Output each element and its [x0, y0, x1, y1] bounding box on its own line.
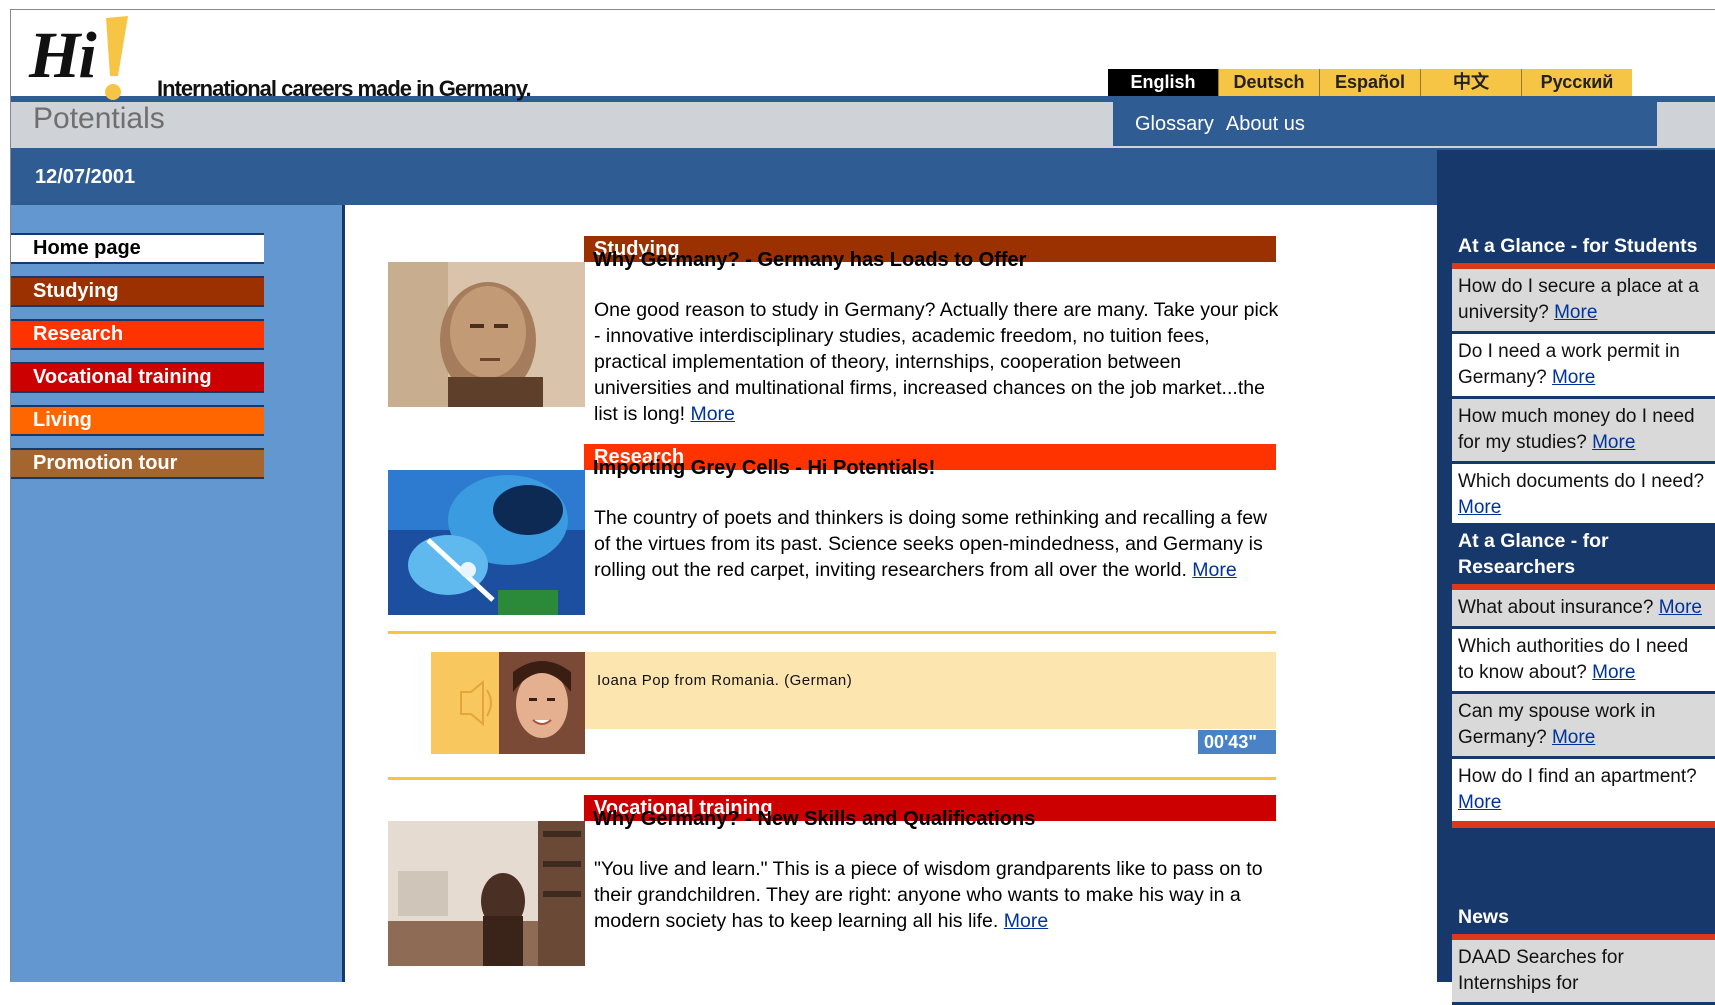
faq-text: Which documents do I need?: [1458, 471, 1705, 492]
speaker-photo[interactable]: [499, 652, 585, 754]
more-link-research[interactable]: More: [1192, 559, 1236, 581]
right-sidebar: At a Glance - for Students How do I secu…: [1437, 205, 1715, 1005]
nav-studying[interactable]: Studying: [11, 276, 264, 307]
utility-nav: Glossary About us: [1113, 102, 1657, 146]
nav-promotion-tour[interactable]: Promotion tour: [11, 448, 264, 479]
faq-more-link[interactable]: More: [1592, 662, 1635, 683]
lang-english[interactable]: English: [1108, 69, 1218, 96]
more-link-studying[interactable]: More: [690, 403, 734, 425]
logo[interactable]: Hi: [29, 18, 97, 94]
story-body-vocational: "You live and learn." This is a piece of…: [594, 856, 1284, 934]
faq-more-link[interactable]: More: [1458, 792, 1501, 813]
divider-rule: [388, 631, 1276, 634]
story-body-studying: One good reason to study in Germany? Act…: [594, 297, 1284, 427]
faq-text: What about insurance?: [1458, 597, 1654, 618]
faq-text: How much money do I need for my studies?: [1458, 406, 1695, 453]
students-box: At a Glance - for Students How do I secu…: [1452, 228, 1715, 533]
news-heading: News: [1452, 899, 1715, 934]
researchers-heading: At a Glance - for Researchers: [1452, 523, 1715, 584]
current-date: 12/07/2001: [35, 166, 136, 188]
news-item[interactable]: DAAD Searches for Internships for: [1452, 940, 1715, 1005]
lang-deutsch[interactable]: Deutsch: [1218, 69, 1319, 96]
faq-more-link[interactable]: More: [1458, 497, 1501, 518]
researchers-box: At a Glance - for Researchers What about…: [1452, 523, 1715, 828]
about-us-link[interactable]: About us: [1226, 113, 1305, 135]
faq-more-link[interactable]: More: [1554, 302, 1597, 323]
story-title-vocational[interactable]: Why Germany? - New Skills and Qualificat…: [593, 808, 1035, 831]
story-title-research[interactable]: Importing Grey Cells - Hi Potentials!: [593, 457, 935, 480]
main-nav: Home page Studying Research Vocational t…: [11, 233, 264, 491]
audio-play-button[interactable]: 00'43" ►: [1198, 730, 1276, 775]
faq-more-link[interactable]: More: [1552, 727, 1595, 748]
audio-duration: 00'43": [1204, 732, 1257, 752]
faq-text: How do I find an apartment?: [1458, 766, 1697, 787]
story-text-vocational: "You live and learn." This is a piece of…: [594, 858, 1263, 932]
nav-home-page[interactable]: Home page: [11, 233, 264, 264]
faq-more-link[interactable]: More: [1552, 367, 1595, 388]
faq-item: How much money do I need for my studies?…: [1452, 399, 1715, 464]
faq-item: How do I find an apartment? More: [1452, 759, 1715, 821]
logo-exclamation-icon: [105, 16, 128, 100]
divider-rule: [388, 777, 1276, 780]
faq-item: How do I secure a place at a university?…: [1452, 269, 1715, 334]
box-end-rule: [1452, 821, 1715, 828]
lang-russian[interactable]: Русский: [1521, 69, 1632, 96]
tagline: International careers made in Germany.: [157, 76, 532, 101]
glossary-link[interactable]: Glossary: [1135, 113, 1214, 135]
play-icon: ►: [1214, 759, 1228, 775]
library-image[interactable]: [388, 821, 585, 966]
audio-clip: Ioana Pop from Romania. (German) 00'43" …: [431, 652, 1276, 775]
nav-vocational-training[interactable]: Vocational training: [11, 362, 264, 393]
news-box: News DAAD Searches for Internships for: [1452, 899, 1715, 1005]
more-link-vocational[interactable]: More: [1004, 910, 1048, 932]
date-bar-right: [1437, 150, 1715, 205]
lang-chinese[interactable]: 中文: [1420, 69, 1521, 96]
lang-espanol[interactable]: Español: [1319, 69, 1420, 96]
faq-item: Which authorities do I need to know abou…: [1452, 629, 1715, 694]
faq-more-link[interactable]: More: [1659, 597, 1702, 618]
story-title-studying[interactable]: Why Germany? - Germany has Loads to Offe…: [593, 249, 1026, 272]
logo-subtitle: Potentials: [33, 102, 165, 135]
faq-item: What about insurance? More: [1452, 590, 1715, 629]
news-text: DAAD Searches for Internships for: [1458, 947, 1624, 994]
main-content: Studying Why Germany? - Germany has Load…: [345, 205, 1437, 982]
audio-caption: Ioana Pop from Romania. (German): [597, 672, 853, 689]
faq-item: Can my spouse work in Germany? More: [1452, 694, 1715, 759]
portrait-image[interactable]: [388, 262, 585, 407]
speaker-icon: [431, 652, 499, 754]
nav-research[interactable]: Research: [11, 319, 264, 350]
research-image[interactable]: [388, 470, 585, 615]
story-text-research: The country of poets and thinkers is doi…: [594, 507, 1268, 581]
story-body-research: The country of poets and thinkers is doi…: [594, 505, 1284, 583]
faq-more-link[interactable]: More: [1592, 432, 1635, 453]
language-switcher: English Deutsch Español 中文 Русский: [1108, 69, 1632, 96]
faq-item: Which documents do I need? More: [1452, 464, 1715, 526]
left-sidebar: Home page Studying Research Vocational t…: [11, 205, 342, 982]
faq-item: Do I need a work permit in Germany? More: [1452, 334, 1715, 399]
logo-text: Hi: [29, 19, 97, 92]
site-header: Hi Potentials International careers made…: [11, 10, 1715, 150]
date-bar: 12/07/2001: [11, 150, 1437, 205]
students-heading: At a Glance - for Students: [1452, 228, 1715, 263]
faq-text: Which authorities do I need to know abou…: [1458, 636, 1689, 683]
nav-living[interactable]: Living: [11, 405, 264, 436]
